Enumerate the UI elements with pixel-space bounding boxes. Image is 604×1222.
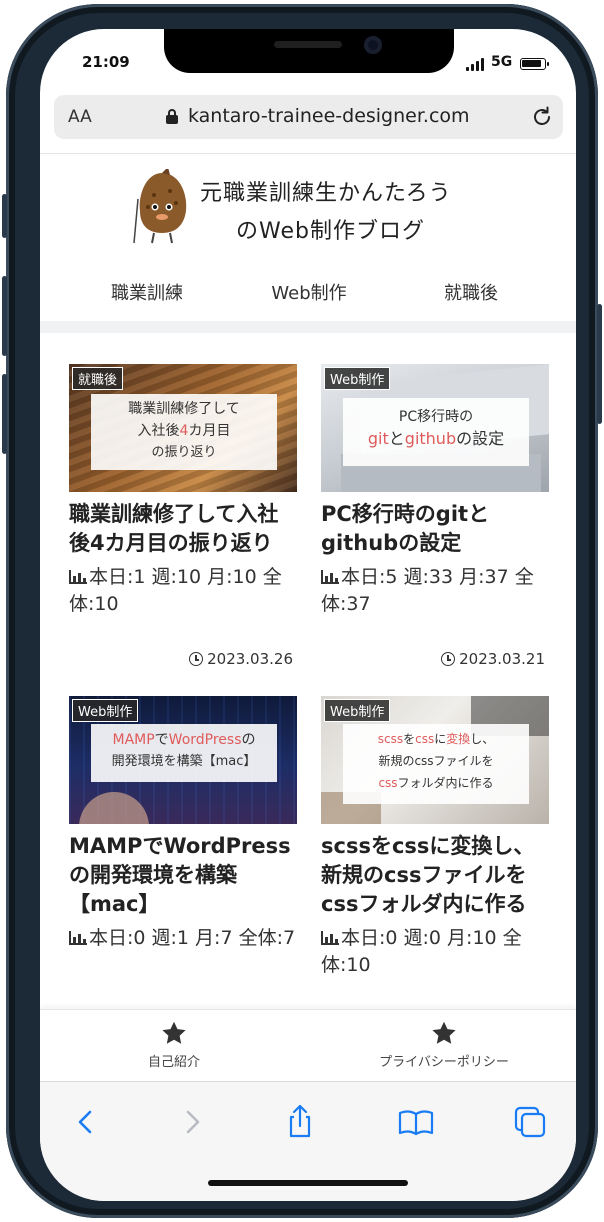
forward-icon[interactable] [172,1102,212,1142]
category-badge[interactable]: Web制作 [72,699,139,722]
address-bar[interactable]: AA kantaro-trainee-designer.com [54,95,563,139]
volume-down-button [2,374,7,454]
bookmarks-icon[interactable] [396,1102,436,1142]
nav-item-web-production[interactable]: Web制作 [244,279,374,305]
home-indicator[interactable] [208,1180,408,1186]
article-title[interactable]: PC移行時のgitとgithubの設定 [321,500,549,558]
thumbnail-line: scssをcssに変換し、 [377,732,495,746]
article-title[interactable]: 職業訓練修了して入社後4カ月目の振り返り [69,500,297,558]
star-icon [432,1021,456,1044]
thumbnail-line: 入社後4カ月目 [137,423,231,439]
views-text: 本日:0 週:0 月:10 全体:10 [321,927,522,976]
article-date: 2023.03.26 [189,650,293,668]
share-icon[interactable] [280,1102,320,1142]
category-badge[interactable]: 就職後 [72,367,124,390]
article-card[interactable]: 職業訓練修了して 入社後4カ月目 の振り返り 就職後 職業訓練修了して入社後4カ… [69,364,297,668]
bar-chart-icon [69,570,87,584]
screen: 21:09 5G AA kantaro-trainee-designer.com [40,29,576,1201]
article-title[interactable]: MAMPでWordPressの開発環境を構築【mac】 [69,832,297,919]
url-text[interactable]: kantaro-trainee-designer.com [188,105,470,127]
clock-icon [441,652,456,666]
footer-item-profile[interactable]: 自己紹介 [84,1020,264,1070]
thumbnail-caption: scssをcssに変換し、 新規のcssファイルを cssフォルダ内に作る [343,724,529,804]
thumbnail-line: 新規のcssファイルを [378,754,494,768]
status-bar: 21:09 5G [40,29,576,89]
views-text: 本日:0 週:1 月:7 全体:7 [89,927,296,949]
thumbnail-caption: MAMPでWordPressの 開発環境を構築【mac】 [91,724,277,782]
thumbnail-caption: PC移行時の gitとgithubの設定 [343,398,529,466]
category-badge[interactable]: Web制作 [324,699,391,722]
network-type: 5G [491,54,513,70]
battery-icon [520,58,549,70]
front-camera [364,36,382,54]
bar-chart-icon [321,931,339,945]
category-badge[interactable]: Web制作 [324,367,391,390]
article-card[interactable]: MAMPでWordPressの 開発環境を構築【mac】 Web制作 MAMPで… [69,696,297,952]
lock-icon [166,109,178,125]
thumbnail-caption: 職業訓練修了して 入社後4カ月目 の振り返り [91,394,277,470]
date-text: 2023.03.26 [207,650,293,668]
text-size-button[interactable]: AA [68,107,92,127]
views-text: 本日:1 週:10 月:10 全体:10 [69,566,282,615]
phone-frame: 21:09 5G AA kantaro-trainee-designer.com [2,4,602,1218]
footer-label: 自己紹介 [147,1055,200,1070]
article-card[interactable]: scssをcssに変換し、 新規のcssファイルを cssフォルダ内に作る We… [321,696,549,979]
volume-up-button [2,276,7,356]
article-views: 本日:5 週:33 月:37 全体:37 [321,564,549,618]
global-nav: 職業訓練 Web制作 就職後 [40,279,576,309]
status-time: 21:09 [82,53,130,71]
thumbnail-line: 職業訓練修了して [128,401,240,417]
footer-item-privacy-policy[interactable]: プライバシーポリシー [354,1020,534,1070]
article-thumbnail[interactable]: PC移行時の gitとgithubの設定 Web制作 [321,364,549,492]
power-button [597,304,602,424]
logo-line2: のWeb制作ブログ [236,219,425,244]
article-title[interactable]: scssをcssに変換し、新規のcssファイルをcssフォルダ内に作る [321,832,549,919]
article-date: 2023.03.21 [441,650,545,668]
article-views: 本日:0 週:0 月:10 全体:10 [321,925,549,979]
browser-toolbar [40,1081,576,1201]
article-thumbnail[interactable]: 職業訓練修了して 入社後4カ月目 の振り返り 就職後 [69,364,297,492]
notch [164,29,454,73]
site-logo[interactable]: 元職業訓練生かんたろう のWeb制作ブログ [200,175,500,245]
speaker [274,41,342,48]
footer-label: プライバシーポリシー [379,1055,509,1070]
date-text: 2023.03.21 [459,650,545,668]
bar-chart-icon [321,570,339,584]
section-separator [40,321,576,333]
article-views: 本日:0 週:1 月:7 全体:7 [69,925,297,952]
article-views: 本日:1 週:10 月:10 全体:10 [69,564,297,618]
thumbnail-line: の振り返り [151,445,217,460]
mascot-logo-icon[interactable] [132,169,194,245]
article-card[interactable]: PC移行時の gitとgithubの設定 Web制作 PC移行時のgitとgit… [321,364,549,668]
thumbnail-line: PC移行時の [398,409,474,425]
thumbnail-line: cssフォルダ内に作る [378,776,494,790]
thumbnail-line: MAMPでWordPressの [112,732,256,748]
signal-icon [466,57,486,71]
reload-icon[interactable] [530,105,554,129]
views-text: 本日:5 週:33 月:37 全体:37 [321,566,534,615]
footer-menu: 自己紹介 プライバシーポリシー [40,1009,576,1081]
article-thumbnail[interactable]: scssをcssに変換し、 新規のcssファイルを cssフォルダ内に作る We… [321,696,549,824]
star-icon [162,1021,186,1044]
nav-item-vocational-training[interactable]: 職業訓練 [82,279,212,305]
logo-line1: 元職業訓練生かんたろう [200,181,452,206]
clock-icon [189,652,204,666]
tabs-icon[interactable] [510,1102,550,1142]
mute-switch [2,194,7,238]
header-divider [40,153,576,154]
thumbnail-line: 開発環境を構築【mac】 [111,754,257,769]
back-icon[interactable] [66,1102,106,1142]
article-thumbnail[interactable]: MAMPでWordPressの 開発環境を構築【mac】 Web制作 [69,696,297,824]
thumbnail-line: gitとgithubの設定 [367,429,505,448]
nav-item-after-employment[interactable]: 就職後 [406,279,536,305]
bar-chart-icon [69,931,87,945]
